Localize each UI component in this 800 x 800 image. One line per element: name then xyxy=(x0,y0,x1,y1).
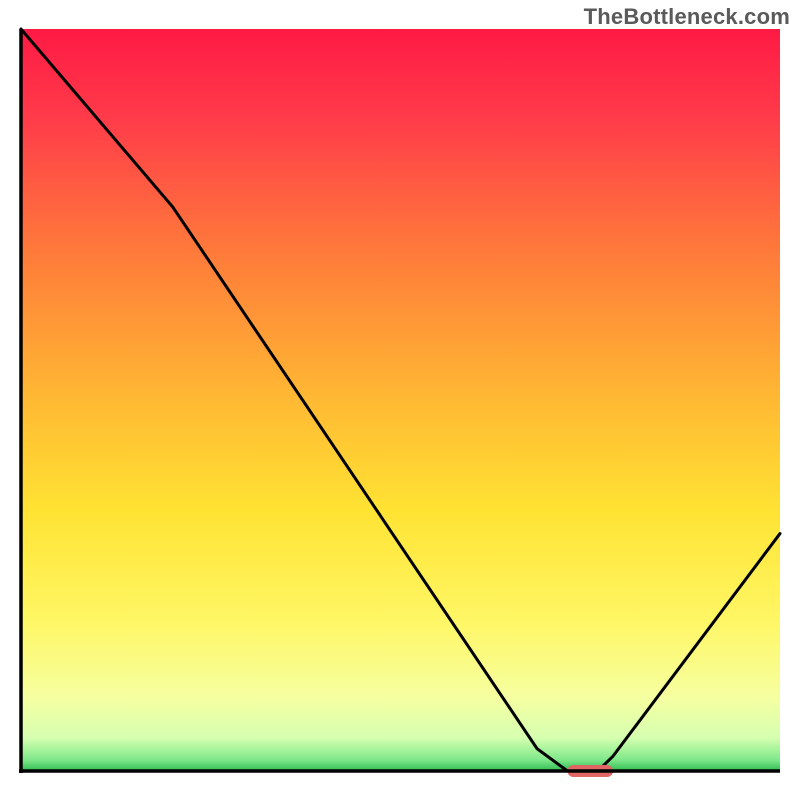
bottleneck-chart xyxy=(0,0,800,800)
plot-background xyxy=(21,29,780,771)
watermark-text: TheBottleneck.com xyxy=(584,4,790,30)
